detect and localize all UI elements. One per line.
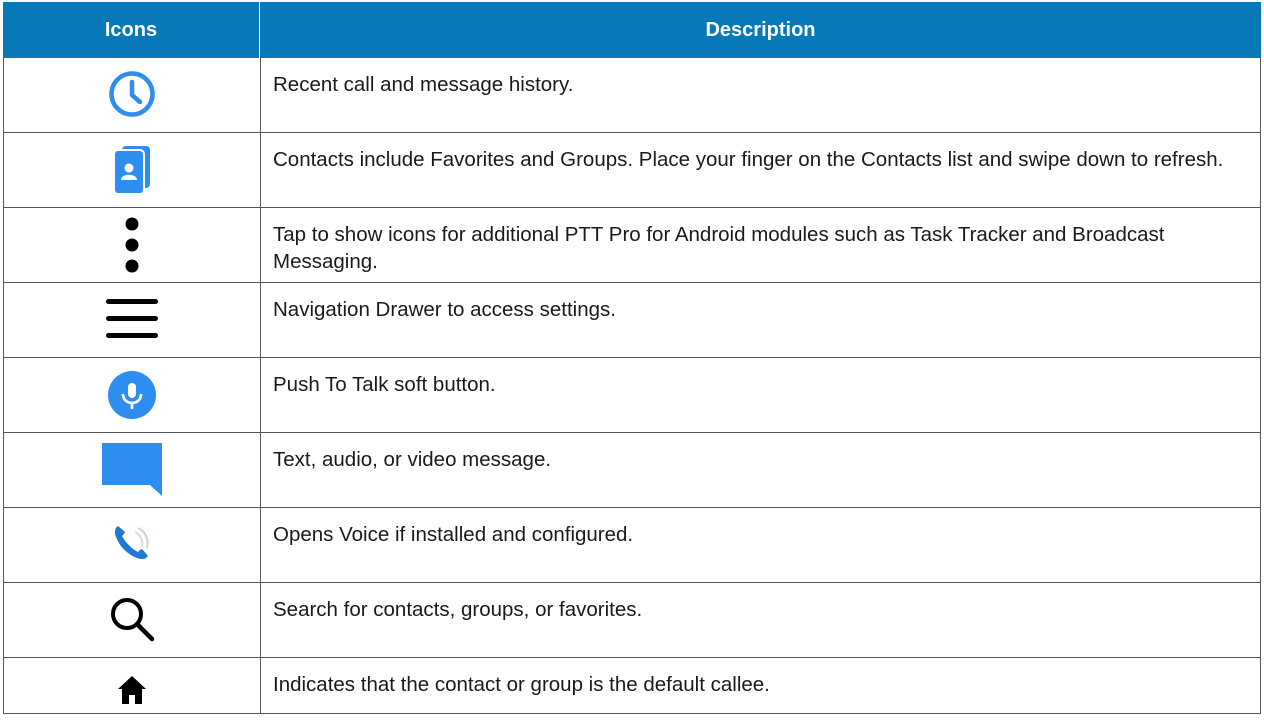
table-row: Navigation Drawer to access settings. — [3, 283, 1261, 358]
clock-icon — [107, 69, 157, 119]
table-row: Tap to show icons for additional PTT Pro… — [3, 208, 1261, 283]
row-description: Recent call and message history. — [273, 73, 574, 96]
home-icon — [117, 675, 147, 705]
table-row: Opens Voice if installed and configured. — [3, 508, 1261, 583]
table-row: Contacts include Favorites and Groups. P… — [3, 133, 1261, 208]
menu-icon — [106, 297, 158, 341]
table-row: Push To Talk soft button. — [3, 358, 1261, 433]
contacts-icon — [110, 144, 154, 196]
row-description: Opens Voice if installed and configured. — [273, 523, 634, 546]
header-description: Description — [705, 18, 816, 41]
search-icon — [109, 596, 155, 642]
row-description: Tap to show icons for additional PTT Pro… — [273, 223, 1165, 273]
row-description: Contacts include Favorites and Groups. P… — [273, 148, 1224, 171]
table-row: Text, audio, or video message. — [3, 433, 1261, 508]
row-description: Text, audio, or video message. — [273, 448, 552, 471]
row-description: Navigation Drawer to access settings. — [273, 298, 616, 321]
table-header: Icons Description — [3, 2, 1261, 58]
icons-table: Icons Description Recent call and messag… — [3, 2, 1261, 714]
header-icons: Icons — [3, 2, 260, 58]
row-description: Push To Talk soft button. — [273, 373, 496, 396]
voice-phone-icon — [112, 522, 152, 562]
message-icon — [100, 441, 164, 497]
table-row: Indicates that the contact or group is t… — [3, 658, 1261, 714]
microphone-icon — [107, 370, 157, 420]
row-description: Search for contacts, groups, or favorite… — [273, 598, 643, 621]
row-description: Indicates that the contact or group is t… — [273, 673, 770, 696]
table-row: Recent call and message history. — [3, 58, 1261, 133]
more-vertical-icon — [122, 216, 142, 274]
table-row: Search for contacts, groups, or favorite… — [3, 583, 1261, 658]
